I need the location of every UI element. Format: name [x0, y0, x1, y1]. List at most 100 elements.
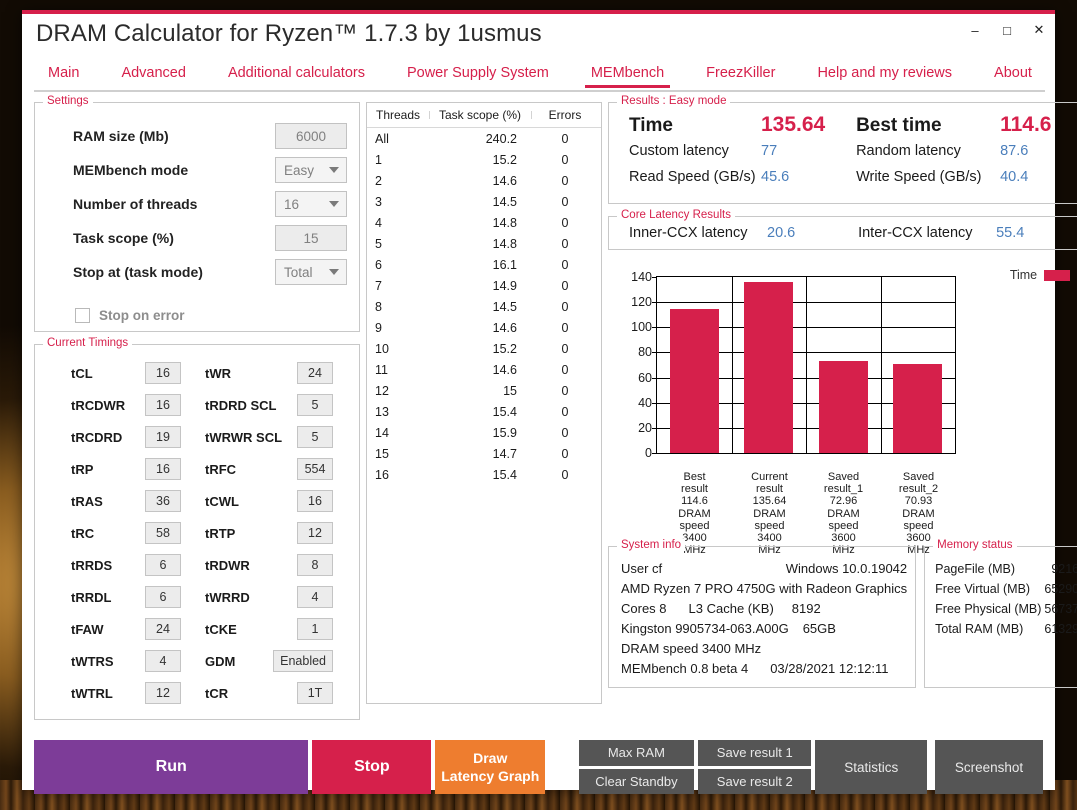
timing-value[interactable]: 5	[297, 426, 333, 448]
timing-value[interactable]: 8	[297, 554, 333, 576]
timing-cell: tRFC 554	[197, 458, 349, 480]
table-row[interactable]: 12 15 0	[367, 380, 601, 401]
maximize-icon[interactable]: □	[991, 14, 1023, 46]
timing-row: tRCDWR 16 tRDRD SCL 5	[45, 389, 349, 421]
thread-results-table[interactable]: Threads Task scope (%) Errors All 240.2 0 1…	[366, 102, 602, 704]
stop-on-error-row[interactable]: Stop on error	[35, 299, 359, 331]
table-row[interactable]: All 240.2 0	[367, 128, 601, 149]
timing-value[interactable]: 12	[145, 682, 181, 704]
result-custom-latency-row: Custom latency 77	[619, 143, 848, 169]
table-cell-errors: 0	[561, 446, 569, 461]
table-row[interactable]: 2 14.6 0	[367, 170, 601, 191]
timing-value[interactable]: 6	[145, 586, 181, 608]
timing-label: tWRWR SCL	[205, 429, 283, 445]
results-legend: Results : Easy mode	[617, 95, 731, 107]
timing-label: tRDWR	[205, 557, 250, 573]
timing-value[interactable]: 16	[297, 490, 333, 512]
tab-additional-calculators[interactable]: Additional calculators	[228, 65, 365, 88]
save-result-2-button[interactable]: Save result 2	[698, 768, 812, 794]
timing-value[interactable]: 16	[145, 458, 181, 480]
timing-value[interactable]: 24	[297, 362, 333, 384]
table-cell-errors: 0	[561, 131, 569, 146]
setting-input[interactable]: 6000	[275, 123, 347, 149]
setting-dropdown[interactable]: Easy	[275, 157, 347, 183]
save-result-1-button[interactable]: Save result 1	[698, 740, 812, 766]
timing-value[interactable]: 16	[145, 362, 181, 384]
chart-x-tick-line: speed	[754, 519, 785, 532]
timing-label: tRC	[71, 525, 95, 541]
chart-x-tick-line: Best	[683, 471, 706, 483]
table-row[interactable]: 9 14.6 0	[367, 317, 601, 338]
screenshot-button[interactable]: Screenshot	[935, 740, 1044, 794]
tab-help-and-my-reviews[interactable]: Help and my reviews	[817, 65, 952, 88]
timing-value[interactable]: 12	[297, 522, 333, 544]
timing-value[interactable]: 4	[297, 586, 333, 608]
results-left-column: Time 135.64 Custom latency 77 Read Speed…	[619, 113, 848, 195]
timing-cell: tRDRD SCL 5	[197, 394, 349, 416]
stop-button[interactable]: Stop	[312, 740, 432, 794]
timing-value[interactable]: 36	[145, 490, 181, 512]
timing-cell: tWRRD 4	[197, 586, 349, 608]
timing-value[interactable]: 16	[145, 394, 181, 416]
timing-value[interactable]: 58	[145, 522, 181, 544]
timing-value[interactable]: 4	[145, 650, 181, 672]
timing-value[interactable]: 1T	[297, 682, 333, 704]
tab-freezkiller[interactable]: FreezKiller	[706, 65, 775, 88]
table-row[interactable]: 3 14.5 0	[367, 191, 601, 212]
chart-bar	[893, 364, 942, 453]
chart-x-tick-line: result_2	[898, 483, 939, 496]
column-header-task-scope: Task scope (%)	[429, 108, 531, 122]
table-row[interactable]: 13 15.4 0	[367, 401, 601, 422]
table-cell-errors: 0	[561, 299, 569, 314]
stop-on-error-checkbox[interactable]	[75, 307, 90, 323]
table-row[interactable]: 10 15.2 0	[367, 338, 601, 359]
timing-label: tRDRD SCL	[205, 397, 277, 413]
timing-value[interactable]: 6	[145, 554, 181, 576]
draw-latency-graph-button[interactable]: Draw Latency Graph	[435, 740, 546, 794]
table-row[interactable]: 14 15.9 0	[367, 422, 601, 443]
table-row[interactable]: 6 16.1 0	[367, 254, 601, 275]
column-header-threads: Threads	[375, 108, 421, 122]
memory-status-key: Free Virtual (MB)	[935, 582, 1031, 596]
run-button[interactable]: Run	[34, 740, 309, 794]
timing-value[interactable]: 554	[297, 458, 333, 480]
system-info-timestamp: 03/28/2021 12:12:11	[770, 661, 889, 676]
timing-value[interactable]: 5	[297, 394, 333, 416]
table-row[interactable]: 16 15.4 0	[367, 464, 601, 485]
table-cell-errors: 0	[561, 257, 569, 272]
timing-value[interactable]: Enabled	[273, 650, 333, 672]
tab-advanced[interactable]: Advanced	[121, 65, 186, 88]
timing-value[interactable]: 19	[145, 426, 181, 448]
table-row[interactable]: 11 14.6 0	[367, 359, 601, 380]
setting-input[interactable]: 15	[275, 225, 347, 251]
timing-value[interactable]: 24	[145, 618, 181, 640]
setting-label: RAM size (Mb)	[73, 128, 169, 144]
chart-y-tick-label: 0	[645, 446, 652, 460]
table-row[interactable]: 8 14.5 0	[367, 296, 601, 317]
chart-legend-swatch	[1044, 269, 1071, 281]
table-row[interactable]: 5 14.8 0	[367, 233, 601, 254]
chart-x-tick-line: speed	[828, 519, 859, 532]
table-cell-errors: 0	[561, 425, 569, 440]
timing-row: tRRDS 6 tRDWR 8	[45, 549, 349, 581]
clear-standby-button[interactable]: Clear Standby	[578, 768, 695, 794]
setting-dropdown[interactable]: Total	[275, 259, 347, 285]
setting-row: RAM size (Mb) 6000	[47, 119, 347, 153]
chart-y-tickmark	[652, 277, 657, 278]
table-row[interactable]: 4 14.8 0	[367, 212, 601, 233]
tab-main[interactable]: Main	[48, 65, 79, 88]
close-icon[interactable]: ✕	[1023, 14, 1055, 46]
statistics-button[interactable]: Statistics	[815, 740, 928, 794]
table-row[interactable]: 7 14.9 0	[367, 275, 601, 296]
setting-label: Number of threads	[73, 196, 198, 212]
tab-power-supply-system[interactable]: Power Supply System	[407, 65, 549, 88]
chart-y-tickmark	[652, 352, 657, 354]
max-ram-button[interactable]: Max RAM	[578, 740, 695, 766]
timing-value[interactable]: 1	[297, 618, 333, 640]
minimize-icon[interactable]: –	[959, 14, 991, 46]
setting-dropdown[interactable]: 16	[275, 191, 347, 217]
table-row[interactable]: 1 15.2 0	[367, 149, 601, 170]
tab-membench[interactable]: MEMbench	[584, 65, 671, 88]
table-row[interactable]: 15 14.7 0	[367, 443, 601, 464]
tab-about[interactable]: About	[994, 65, 1032, 88]
